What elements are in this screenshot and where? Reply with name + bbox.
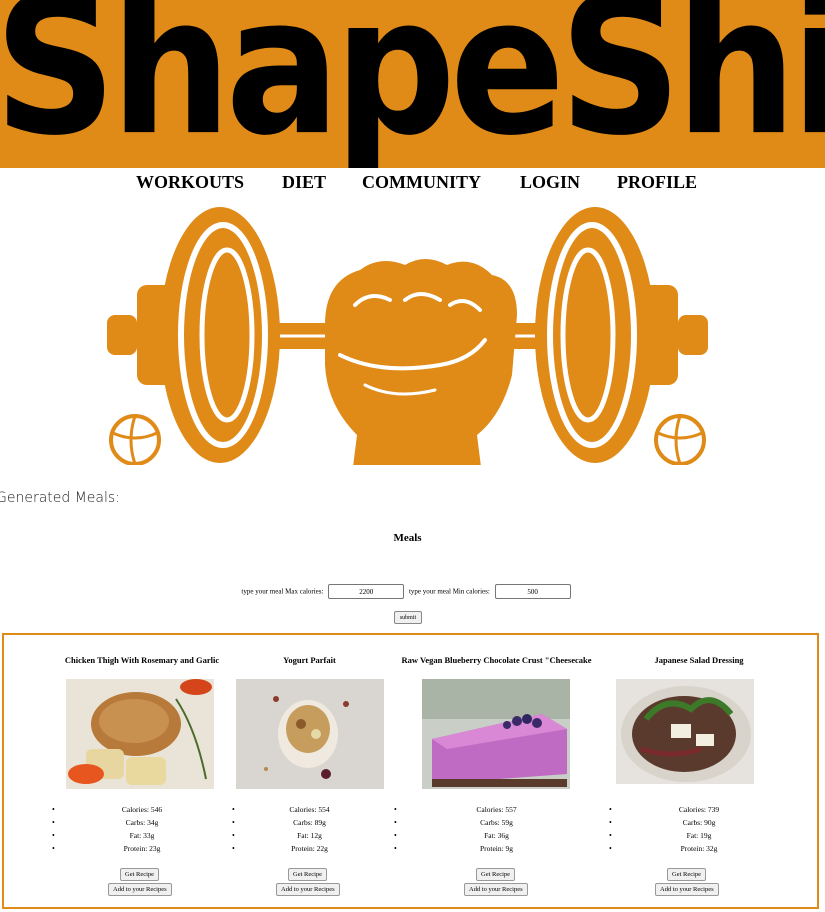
- nav-profile[interactable]: PROFILE: [617, 172, 697, 193]
- nutrition-list: Calories: 546 Carbs: 34g Fat: 33g Protei…: [52, 805, 232, 857]
- protein-value: Protein: 9g: [394, 844, 599, 857]
- get-recipe-button[interactable]: Get Recipe: [667, 868, 707, 881]
- min-calories-label: type your meal Min calories:: [408, 587, 490, 596]
- nutrition-list: Calories: 557 Carbs: 59g Fat: 36g Protei…: [394, 805, 599, 857]
- add-to-recipes-button[interactable]: Add to your Recipes: [108, 883, 172, 896]
- max-calories-input[interactable]: [328, 584, 405, 599]
- min-calories-input[interactable]: [494, 584, 571, 599]
- meal-title: Chicken Thigh With Rosemary and Garlic: [64, 655, 220, 665]
- logo-text: ShapeShift: [0, 0, 825, 168]
- protein-value: Protein: 22g: [232, 844, 387, 857]
- max-calories-label: type your meal Max calories:: [241, 587, 324, 596]
- submit-button[interactable]: submit: [394, 611, 422, 624]
- meal-image: [422, 679, 570, 789]
- meal-title: Raw Vegan Blueberry Chocolate Crust "Che…: [401, 655, 592, 665]
- get-recipe-button[interactable]: Get Recipe: [288, 868, 328, 881]
- nutrition-list: Calories: 739 Carbs: 90g Fat: 19g Protei…: [609, 805, 789, 857]
- nav-community[interactable]: COMMUNITY: [362, 172, 481, 193]
- meal-results: Chicken Thigh With Rosemary and Garlic C…: [2, 633, 819, 909]
- meal-image: [236, 679, 384, 789]
- meals-title: Meals: [393, 532, 422, 544]
- carbs-value: Carbs: 90g: [609, 818, 789, 831]
- fat-value: Fat: 36g: [394, 831, 599, 844]
- calories-value: Calories: 557: [394, 805, 599, 818]
- carbs-value: Carbs: 34g: [52, 818, 232, 831]
- fat-value: Fat: 12g: [232, 831, 387, 844]
- calories-value: Calories: 546: [52, 805, 232, 818]
- add-to-recipes-button[interactable]: Add to your Recipes: [464, 883, 528, 896]
- get-recipe-button[interactable]: Get Recipe: [476, 868, 516, 881]
- meal-title: Yogurt Parfait: [283, 655, 336, 665]
- meal-card: Yogurt Parfait Calories: 554 Carbs: 89g …: [232, 635, 387, 907]
- nav-diet[interactable]: DIET: [282, 172, 326, 193]
- add-to-recipes-button[interactable]: Add to your Recipes: [276, 883, 340, 896]
- protein-value: Protein: 23g: [52, 844, 232, 857]
- meal-image: [616, 679, 754, 784]
- fat-value: Fat: 33g: [52, 831, 232, 844]
- meal-card: Japanese Salad Dressing Calories: 739 Ca…: [609, 635, 789, 907]
- fat-value: Fat: 19g: [609, 831, 789, 844]
- nutrition-list: Calories: 554 Carbs: 89g Fat: 12g Protei…: [232, 805, 387, 857]
- meal-card: Raw Vegan Blueberry Chocolate Crust "Che…: [394, 635, 599, 907]
- carbs-value: Carbs: 89g: [232, 818, 387, 831]
- fist-dumbbell-icon: [107, 207, 708, 465]
- meal-card: Chicken Thigh With Rosemary and Garlic C…: [52, 635, 232, 907]
- meal-title: Japanese Salad Dressing: [654, 655, 744, 665]
- calories-value: Calories: 554: [232, 805, 387, 818]
- calories-value: Calories: 739: [609, 805, 789, 818]
- main-nav: WORKOUTS DIET COMMUNITY LOGIN PROFILE: [0, 172, 825, 194]
- calorie-form: type your meal Max calories: type your m…: [0, 584, 815, 599]
- generated-meals-label: Generated Meals:: [0, 490, 120, 506]
- carbs-value: Carbs: 59g: [394, 818, 599, 831]
- get-recipe-button[interactable]: Get Recipe: [120, 868, 160, 881]
- nav-workouts[interactable]: WORKOUTS: [136, 172, 244, 193]
- protein-value: Protein: 32g: [609, 844, 789, 857]
- logo-banner: ShapeShift: [0, 0, 825, 168]
- meal-image: [66, 679, 214, 789]
- add-to-recipes-button[interactable]: Add to your Recipes: [655, 883, 719, 896]
- nav-login[interactable]: LOGIN: [520, 172, 580, 193]
